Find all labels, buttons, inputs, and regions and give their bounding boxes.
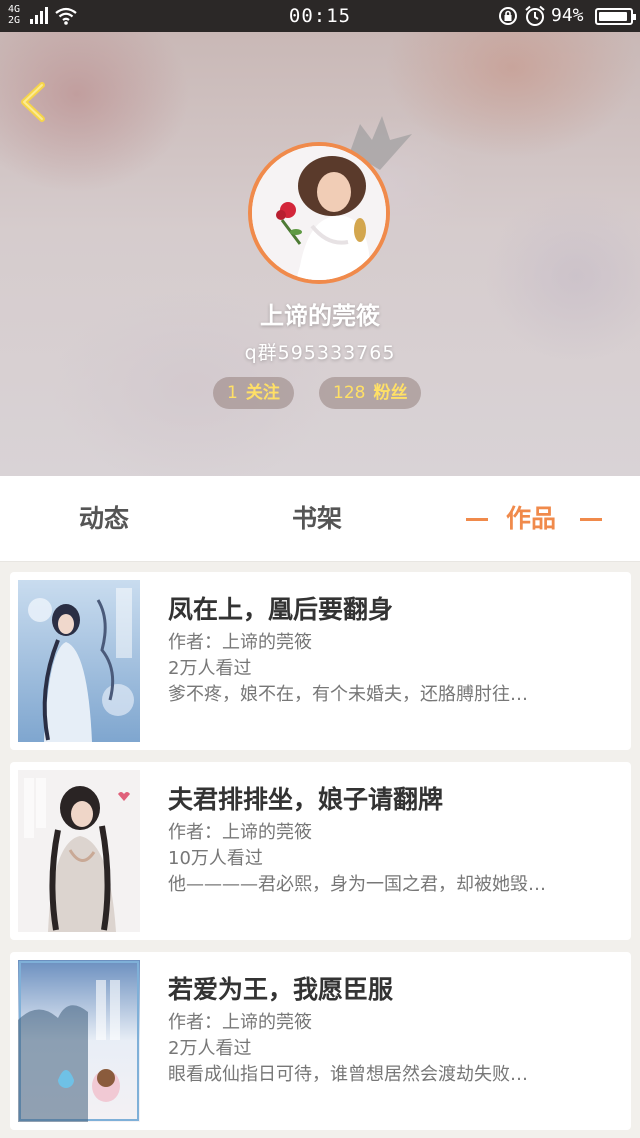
- alarm-icon: [525, 5, 545, 26]
- work-description: 眼看成仙指日可待，谁曾想居然会渡劫失败…: [168, 1064, 528, 1085]
- tab-activity[interactable]: 动态: [79, 476, 129, 562]
- book-cover-image: [18, 770, 140, 932]
- views-label: 万人看过: [190, 848, 263, 869]
- work-title[interactable]: 夫君排排坐，娘子请翻牌: [168, 780, 443, 816]
- user-signature: q群595333765: [244, 342, 396, 364]
- battery-icon: [595, 8, 636, 25]
- work-title[interactable]: 凤在上，凰后要翻身: [168, 590, 393, 626]
- work-author-row: 作者：上谛的莞筱: [168, 1008, 312, 1034]
- work-author-row: 作者：上谛的莞筱: [168, 818, 312, 844]
- fans-count-button[interactable]: 128 粉丝: [319, 377, 422, 409]
- follow-count: 1: [227, 383, 238, 403]
- work-card[interactable]: 若爱为王，我愿臣服 作者：上谛的莞筱 2万人看过 眼看成仙指日可待，谁曾想居然会…: [10, 952, 631, 1130]
- active-tab-indicator-left: [466, 518, 488, 521]
- work-description: 爹不疼，娘不在，有个未婚夫，还胳膊肘往…: [168, 684, 528, 705]
- work-author-row: 作者：上谛的莞筱: [168, 628, 312, 654]
- work-author: 上谛的莞筱: [222, 822, 312, 843]
- back-icon[interactable]: [16, 80, 50, 124]
- fans-label: 粉丝: [373, 383, 408, 403]
- work-author: 上谛的莞筱: [222, 1012, 312, 1033]
- fans-count: 128: [333, 383, 366, 403]
- views-count: 10: [168, 848, 191, 869]
- work-views: 2万人看过: [168, 654, 251, 680]
- work-card[interactable]: 凤在上，凰后要翻身 作者：上谛的莞筱 2万人看过 爹不疼，娘不在，有个未婚夫，还…: [10, 572, 631, 750]
- views-count: 2: [168, 658, 180, 679]
- work-views: 2万人看过: [168, 1034, 251, 1060]
- tab-bar: 动态 书架 作品: [0, 476, 640, 562]
- profile-header: 上谛的莞筱 q群595333765 1 关注 128 粉丝: [0, 32, 640, 476]
- author-label: 作者：: [168, 822, 222, 843]
- author-label: 作者：: [168, 1012, 222, 1033]
- book-cover[interactable]: [18, 770, 140, 932]
- work-title[interactable]: 若爱为王，我愿臣服: [168, 970, 393, 1006]
- views-label: 万人看过: [179, 658, 252, 679]
- follow-count-button[interactable]: 1 关注: [213, 377, 294, 409]
- book-cover-image: [18, 960, 140, 1122]
- work-card[interactable]: 夫君排排坐，娘子请翻牌 作者：上谛的莞筱 10万人看过 他————君必熙，身为一…: [10, 762, 631, 940]
- battery-level: [599, 12, 628, 21]
- work-description: 他————君必熙，身为一国之君，却被她毁…: [168, 874, 546, 895]
- avatar-image: [252, 146, 386, 280]
- battery-percent: 94%: [551, 5, 584, 26]
- views-count: 2: [168, 1038, 180, 1059]
- work-views: 10万人看过: [168, 844, 263, 870]
- tab-works[interactable]: 作品: [506, 476, 556, 562]
- book-cover-image: [18, 580, 140, 742]
- work-author: 上谛的莞筱: [222, 632, 312, 653]
- avatar[interactable]: [248, 142, 390, 284]
- user-name: 上谛的莞筱: [260, 302, 380, 330]
- follow-label: 关注: [245, 383, 280, 403]
- active-tab-indicator-right: [580, 518, 602, 521]
- book-cover[interactable]: [18, 960, 140, 1122]
- author-label: 作者：: [168, 632, 222, 653]
- views-label: 万人看过: [179, 1038, 252, 1059]
- rotation-lock-icon: [499, 7, 517, 25]
- book-cover[interactable]: [18, 580, 140, 742]
- tab-bookshelf[interactable]: 书架: [292, 476, 342, 562]
- status-bar: 4G 2G 00:15 94%: [0, 0, 640, 32]
